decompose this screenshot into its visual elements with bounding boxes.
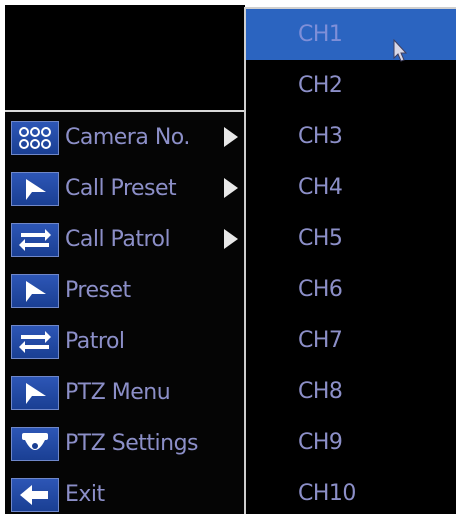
submenu-arrow-icon bbox=[224, 229, 238, 249]
menu-item-call-preset[interactable]: Call Preset bbox=[5, 163, 245, 214]
menu-item-ptz-menu[interactable]: PTZ Menu bbox=[5, 367, 245, 418]
channel-submenu: CH1 CH2 CH3 CH4 CH5 CH6 CH7 CH8 CH9 CH10 bbox=[244, 7, 456, 514]
menu-item-label: Call Preset bbox=[65, 176, 177, 201]
channel-label: CH5 bbox=[298, 226, 343, 251]
channel-item-ch2[interactable]: CH2 bbox=[246, 60, 456, 111]
play-arrow-icon bbox=[11, 172, 59, 206]
menu-item-label: Patrol bbox=[65, 329, 125, 354]
menu-item-label: PTZ Menu bbox=[65, 380, 171, 405]
swap-arrows-icon bbox=[11, 223, 59, 257]
channel-item-ch10[interactable]: CH10 bbox=[246, 468, 456, 514]
channel-label: CH7 bbox=[298, 328, 343, 353]
back-arrow-icon bbox=[11, 478, 59, 512]
channel-item-ch4[interactable]: CH4 bbox=[246, 162, 456, 213]
menu-item-label: Exit bbox=[65, 482, 105, 507]
channel-label: CH1 bbox=[298, 22, 343, 47]
submenu-arrow-icon bbox=[224, 127, 238, 147]
menu-item-patrol[interactable]: Patrol bbox=[5, 316, 245, 367]
dome-camera-icon bbox=[11, 427, 59, 461]
channel-label: CH4 bbox=[298, 175, 343, 200]
channel-label: CH2 bbox=[298, 73, 343, 98]
menu-item-label: Call Patrol bbox=[65, 227, 171, 252]
channel-label: CH8 bbox=[298, 379, 343, 404]
menu-item-ptz-settings[interactable]: PTZ Settings bbox=[5, 418, 245, 469]
channel-label: CH6 bbox=[298, 277, 343, 302]
channel-item-ch5[interactable]: CH5 bbox=[246, 213, 456, 264]
channel-item-ch3[interactable]: CH3 bbox=[246, 111, 456, 162]
channel-item-ch1[interactable]: CH1 bbox=[246, 9, 456, 62]
menu-item-label: Camera No. bbox=[65, 125, 190, 150]
menu-item-camera-no[interactable]: Camera No. bbox=[5, 112, 245, 163]
menu-item-exit[interactable]: Exit bbox=[5, 469, 245, 514]
menu-item-label: Preset bbox=[65, 278, 131, 303]
channel-label: CH9 bbox=[298, 430, 343, 455]
menu-item-call-patrol[interactable]: Call Patrol bbox=[5, 214, 245, 265]
dvr-screen: Camera No. Call Preset Call Patrol Prese… bbox=[0, 0, 461, 514]
channel-item-ch6[interactable]: CH6 bbox=[246, 264, 456, 315]
channel-item-ch8[interactable]: CH8 bbox=[246, 366, 456, 417]
submenu-arrow-icon bbox=[224, 178, 238, 198]
channel-label: CH3 bbox=[298, 124, 343, 149]
menu-item-preset[interactable]: Preset bbox=[5, 265, 245, 316]
swap-arrows-icon bbox=[11, 325, 59, 359]
channel-item-ch7[interactable]: CH7 bbox=[246, 315, 456, 366]
channel-label: CH10 bbox=[298, 481, 356, 506]
play-arrow-icon bbox=[11, 376, 59, 410]
video-background bbox=[5, 5, 245, 110]
ptz-context-menu: Camera No. Call Preset Call Patrol Prese… bbox=[5, 110, 245, 514]
camera-grid-icon bbox=[11, 121, 59, 155]
channel-item-ch9[interactable]: CH9 bbox=[246, 417, 456, 468]
menu-item-label: PTZ Settings bbox=[65, 431, 199, 456]
play-arrow-icon bbox=[11, 274, 59, 308]
